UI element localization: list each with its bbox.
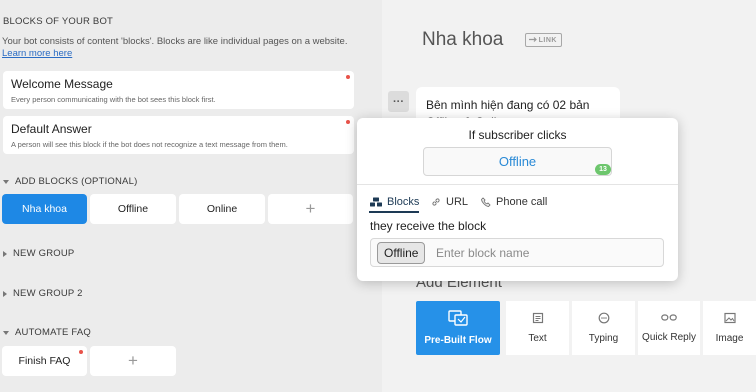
caret-right-icon <box>3 250 7 257</box>
tab-label: Phone call <box>496 196 548 208</box>
group-automate-faq[interactable]: AUTOMATE FAQ <box>3 327 91 338</box>
group-new-group-2[interactable]: NEW GROUP 2 <box>3 288 83 299</box>
group-label: AUTOMATE FAQ <box>15 327 91 338</box>
group-add-blocks[interactable]: ADD BLOCKS (OPTIONAL) <box>3 176 137 187</box>
caret-down-icon <box>3 330 9 335</box>
sidebar: BLOCKS OF YOUR BOT Your bot consists of … <box>0 0 382 392</box>
group-new-group[interactable]: NEW GROUP <box>3 248 74 259</box>
blocks-icon <box>370 197 382 207</box>
tab-label: URL <box>446 196 469 208</box>
tool-label: Pre-Built Flow <box>424 335 492 346</box>
button-config-popup: If subscriber clicks Offline 13 Blocks U… <box>357 118 678 281</box>
popup-title: If subscriber clicks <box>468 128 567 142</box>
image-icon <box>723 312 736 324</box>
tool-label: Typing <box>588 333 619 344</box>
tool-label: Image <box>715 333 744 344</box>
flow-icon <box>448 310 468 326</box>
tool-label: Text <box>528 333 547 344</box>
block-label: Finish FAQ <box>18 355 71 367</box>
receive-label: they receive the block <box>370 219 487 233</box>
tool-typing[interactable]: Typing <box>572 301 635 355</box>
tab-url[interactable]: URL <box>431 196 468 208</box>
click-count-badge: 13 <box>595 164 611 175</box>
alert-dot <box>346 75 350 79</box>
alert-dot <box>346 120 350 124</box>
add-block-button[interactable]: + <box>268 194 353 224</box>
typing-icon <box>598 312 609 324</box>
button-title-field[interactable]: Offline <box>423 147 612 176</box>
alert-dot <box>79 350 83 354</box>
link-icon <box>529 37 537 42</box>
caret-down-icon <box>3 179 9 184</box>
block-name-placeholder: Enter block name <box>436 246 530 260</box>
active-tab-indicator <box>369 211 419 213</box>
block-finish-faq[interactable]: Finish FAQ <box>2 346 87 376</box>
tab-blocks[interactable]: Blocks <box>370 196 419 208</box>
tool-text[interactable]: Text <box>506 301 569 355</box>
phone-icon <box>481 197 491 207</box>
tab-phone-call[interactable]: Phone call <box>481 196 547 208</box>
tab-label: Blocks <box>387 196 420 208</box>
block-online[interactable]: Online <box>179 194 265 224</box>
block-title: Welcome Message <box>11 77 113 91</box>
plus-icon: + <box>305 199 316 218</box>
block-subtitle: A person will see this block if the bot … <box>11 140 288 149</box>
description-text: Your bot consists of content 'blocks'. B… <box>2 36 348 47</box>
tool-quick-reply[interactable]: Quick Reply <box>638 301 700 355</box>
tool-image[interactable]: Image <box>703 301 756 355</box>
quick-reply-icon <box>661 314 677 321</box>
add-faq-block-button[interactable]: + <box>90 346 176 376</box>
block-selector-input[interactable]: Offline Enter block name <box>370 238 664 267</box>
caret-right-icon <box>3 290 7 297</box>
block-nha-khoa[interactable]: Nha khoa <box>2 194 87 224</box>
group-label: NEW GROUP 2 <box>13 288 83 299</box>
link-icon <box>432 198 440 206</box>
text-icon <box>532 312 543 324</box>
tool-label: Quick Reply <box>642 332 696 343</box>
link-label: LINK <box>538 36 557 44</box>
plus-icon: + <box>128 351 138 370</box>
divider <box>357 184 678 185</box>
tool-pre-built-flow[interactable]: Pre-Built Flow <box>416 301 500 355</box>
group-label: NEW GROUP <box>13 248 75 259</box>
welcome-message-block[interactable]: Welcome Message Every person communicati… <box>3 71 354 109</box>
default-answer-block[interactable]: Default Answer A person will see this bl… <box>3 116 354 154</box>
block-offline[interactable]: Offline <box>90 194 176 224</box>
card-menu-button[interactable]: ··· <box>388 91 409 112</box>
link-button[interactable]: LINK <box>525 33 562 47</box>
sidebar-heading: BLOCKS OF YOUR BOT <box>3 16 114 27</box>
block-subtitle: Every person communicating with the bot … <box>11 95 216 104</box>
sidebar-description: Your bot consists of content 'blocks'. B… <box>2 36 352 60</box>
learn-more-link[interactable]: Learn more here <box>2 48 72 59</box>
selected-block-chip[interactable]: Offline <box>377 242 426 264</box>
group-label: ADD BLOCKS (OPTIONAL) <box>15 176 138 187</box>
page-title: Nha khoa <box>422 29 504 50</box>
block-title: Default Answer <box>11 122 92 136</box>
